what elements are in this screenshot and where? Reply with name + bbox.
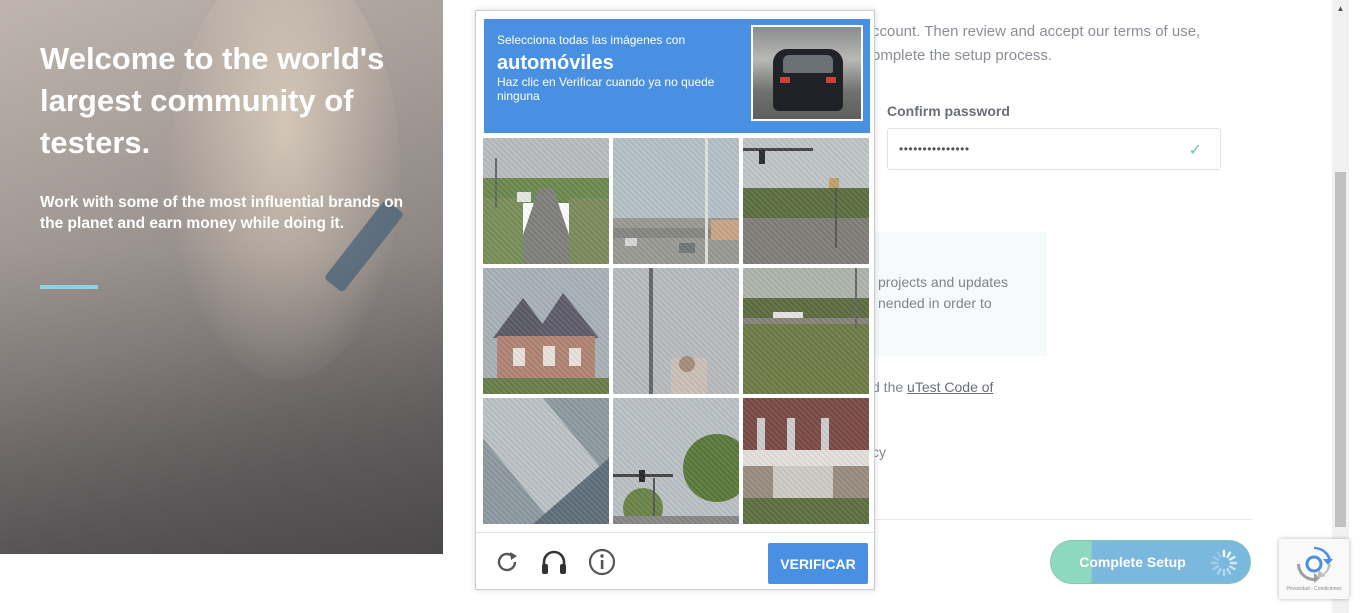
captcha-keyword: automóviles xyxy=(497,52,614,74)
info-icon[interactable] xyxy=(587,547,617,577)
divider xyxy=(872,519,1252,520)
captcha-sample-image xyxy=(751,25,863,121)
code-of-conduct-link[interactable]: uTest Code of xyxy=(907,379,993,395)
captcha-instruction: Selecciona todas las imágenes con xyxy=(497,33,686,47)
captcha-tile-4[interactable] xyxy=(483,268,609,394)
scroll-up-icon[interactable]: ▲ xyxy=(1335,3,1346,14)
captcha-tile-6[interactable] xyxy=(743,268,869,394)
hero-title: Welcome to the world's largest community… xyxy=(40,41,385,160)
captcha-tile-5[interactable] xyxy=(613,268,739,394)
reload-icon[interactable] xyxy=(492,547,522,577)
verify-button[interactable]: VERIFICAR xyxy=(768,543,868,584)
recaptcha-logo-icon xyxy=(1297,546,1333,583)
captcha-tile-7[interactable] xyxy=(483,398,609,524)
recaptcha-badge[interactable]: Privacidad - Condiciones xyxy=(1279,539,1349,599)
hero-panel: Welcome to the world's largest community… xyxy=(0,0,443,554)
captcha-image-grid xyxy=(483,138,870,525)
hero-subtitle: Work with some of the most influential b… xyxy=(40,194,404,232)
captcha-tile-8[interactable] xyxy=(613,398,739,524)
scrollbar-thumb[interactable] xyxy=(1335,172,1346,527)
confirm-password-field[interactable]: ••••••••••••••• ✓ xyxy=(887,128,1221,170)
captcha-tile-9[interactable] xyxy=(743,398,869,524)
captcha-header: Selecciona todas las imágenes con automó… xyxy=(484,19,870,133)
terms-text: d the uTest Code of xyxy=(872,379,994,395)
captcha-subinstruction: Haz clic en Verificar cuando ya no quede… xyxy=(497,75,715,103)
spinner-icon xyxy=(1210,549,1238,577)
headphones-icon[interactable] xyxy=(539,547,569,577)
complete-setup-button[interactable]: Complete Setup xyxy=(1050,540,1251,584)
hero-accent-bar xyxy=(40,285,98,289)
captcha-tile-1[interactable] xyxy=(483,138,609,264)
confirm-password-label: Confirm password xyxy=(887,103,1010,119)
password-value: ••••••••••••••• xyxy=(899,142,970,156)
captcha-tile-3[interactable] xyxy=(743,138,869,264)
captcha-dialog: Selecciona todas las imágenes con automó… xyxy=(475,10,875,590)
info-text: projects and updates nended in order to xyxy=(878,274,1008,311)
check-icon: ✓ xyxy=(1188,142,1202,159)
recaptcha-legal[interactable]: Privacidad - Condiciones xyxy=(1279,586,1349,592)
setup-intro: ccount. Then review and accept our terms… xyxy=(872,23,1201,64)
captcha-tile-2[interactable] xyxy=(613,138,739,264)
captcha-footer: VERIFICAR xyxy=(476,532,874,590)
